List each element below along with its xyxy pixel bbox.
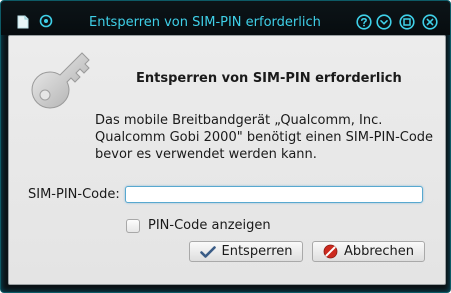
dialog-message: Das mobile Breitbandgerät „Qualcomm, Inc… (95, 113, 434, 162)
cancel-button[interactable]: Abbrechen (312, 241, 425, 262)
close-icon (422, 14, 438, 30)
help-button[interactable] (356, 14, 372, 30)
minimize-icon (376, 14, 392, 30)
show-pin-label: PIN-Code anzeigen (148, 218, 271, 233)
key-icon (26, 46, 96, 116)
checkmark-icon (199, 245, 216, 258)
dialog-heading: Entsperren von SIM-PIN erforderlich (136, 71, 402, 86)
pin-icon[interactable] (39, 14, 53, 28)
cancel-button-label: Abbrechen (343, 244, 415, 259)
help-icon (356, 14, 372, 30)
maximize-icon (399, 14, 415, 30)
show-pin-checkbox[interactable] (126, 218, 140, 233)
close-button[interactable] (422, 14, 438, 30)
show-pin-toggle[interactable]: PIN-Code anzeigen (126, 218, 271, 233)
title-bar[interactable]: Entsperren von SIM-PIN erforderlich (1, 1, 450, 35)
minimize-button[interactable] (376, 14, 392, 30)
dialog-content: Entsperren von SIM-PIN erforderlich Das … (8, 35, 446, 285)
unlock-button[interactable]: Entsperren (189, 241, 303, 262)
pin-label: SIM-PIN-Code: (28, 187, 120, 202)
pin-input[interactable] (125, 186, 423, 203)
document-icon[interactable] (17, 15, 31, 29)
dialog-window: Entsperren von SIM-PIN erforderlich Ents… (0, 0, 451, 293)
cancel-icon (323, 244, 338, 259)
unlock-button-label: Entsperren (221, 244, 293, 259)
window-title: Entsperren von SIM-PIN erforderlich (89, 15, 321, 30)
maximize-button[interactable] (399, 14, 415, 30)
